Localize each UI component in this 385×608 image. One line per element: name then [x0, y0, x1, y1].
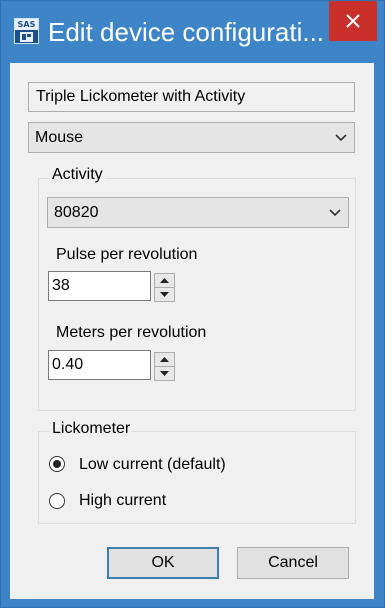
- arrow-up-icon: [160, 278, 169, 283]
- lickometer-group-legend: Lickometer: [50, 420, 133, 438]
- species-dropdown-value: Mouse: [35, 129, 84, 146]
- meters-increment-button[interactable]: [155, 353, 174, 367]
- close-icon: [346, 14, 360, 28]
- pulse-increment-button[interactable]: [155, 274, 174, 288]
- meters-spinner[interactable]: [154, 352, 175, 381]
- pulse-spinner[interactable]: [154, 273, 175, 302]
- meters-per-revolution-input[interactable]: 0.40: [48, 350, 151, 380]
- device-name-field[interactable]: Triple Lickometer with Activity: [28, 82, 355, 112]
- title-bar[interactable]: SAS Edit device configurati...: [1, 1, 384, 63]
- low-current-radio[interactable]: [49, 456, 65, 472]
- pulse-per-revolution-input[interactable]: 38: [48, 271, 151, 301]
- activity-model-value: 80820: [54, 204, 99, 221]
- pulse-per-revolution-value: 38: [52, 277, 70, 294]
- cancel-button[interactable]: Cancel: [237, 547, 349, 579]
- high-current-radio[interactable]: [49, 493, 65, 509]
- arrow-down-icon: [160, 371, 169, 376]
- app-icon-label: SAS: [15, 19, 38, 30]
- device-name-value: Triple Lickometer with Activity: [36, 88, 246, 105]
- species-dropdown[interactable]: Mouse: [28, 122, 355, 153]
- radio-selected-dot: [53, 460, 61, 468]
- meters-per-revolution-value: 0.40: [52, 356, 84, 373]
- arrow-up-icon: [160, 357, 169, 362]
- app-icon: SAS: [14, 18, 39, 44]
- pulse-decrement-button[interactable]: [155, 288, 174, 301]
- chevron-down-icon: [335, 133, 347, 141]
- meters-decrement-button[interactable]: [155, 367, 174, 380]
- activity-group-legend: Activity: [50, 166, 105, 184]
- ok-button[interactable]: OK: [107, 547, 219, 579]
- window-title: Edit device configurati...: [48, 17, 325, 47]
- activity-model-dropdown[interactable]: 80820: [47, 197, 349, 228]
- high-current-label[interactable]: High current: [79, 492, 166, 510]
- close-button[interactable]: [329, 1, 377, 41]
- low-current-label[interactable]: Low current (default): [79, 456, 226, 474]
- lickometer-group: [38, 431, 356, 524]
- chevron-down-icon: [329, 208, 341, 216]
- pulse-per-revolution-label: Pulse per revolution: [56, 246, 198, 263]
- arrow-down-icon: [160, 292, 169, 297]
- meters-per-revolution-label: Meters per revolution: [56, 324, 207, 341]
